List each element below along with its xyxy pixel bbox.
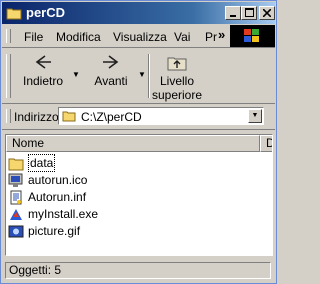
inf-file-icon	[10, 190, 22, 205]
toolbar: Indietro ▼ Avanti ▼ Livello superiore	[2, 48, 275, 104]
address-bar: Indirizzo C:\Z\perCD ▼	[2, 104, 275, 130]
address-input[interactable]: C:\Z\perCD ▼	[58, 107, 264, 125]
menu-preferiti[interactable]: Pr	[205, 30, 217, 44]
file-name: Autorun.inf	[28, 190, 87, 204]
ico-file-icon	[8, 173, 23, 187]
maximize-button[interactable]	[241, 6, 257, 20]
toolbar-separator	[148, 54, 150, 98]
address-dropdown-button[interactable]: ▼	[248, 109, 262, 123]
menu-chevron[interactable]: »	[218, 27, 225, 42]
folder-icon	[62, 111, 76, 122]
menu-grip[interactable]	[6, 29, 11, 43]
menu-visualizza[interactable]: Visualizza	[113, 30, 167, 44]
address-value: C:\Z\perCD	[81, 110, 142, 124]
back-arrow-icon	[35, 55, 51, 69]
column-header-d[interactable]: D	[260, 135, 272, 152]
forward-arrow-icon	[103, 55, 119, 69]
window-title: perCD	[26, 5, 66, 20]
up-level-button[interactable]: Livello superiore	[152, 52, 202, 102]
forward-button[interactable]: Avanti	[88, 52, 134, 88]
back-dropdown-icon[interactable]: ▼	[72, 70, 80, 79]
toolbar-grip[interactable]	[6, 54, 11, 98]
close-button[interactable]	[259, 6, 275, 20]
file-name: data	[28, 154, 56, 172]
menu-modifica[interactable]: Modifica	[56, 30, 101, 44]
column-header-nome[interactable]: Nome	[6, 135, 260, 152]
minimize-icon	[230, 15, 236, 17]
title-bar[interactable]: perCD	[2, 2, 275, 24]
folder-icon	[8, 158, 24, 171]
back-label: Indietro	[22, 74, 64, 88]
address-label: Indirizzo	[14, 110, 59, 124]
windows-logo	[230, 25, 275, 47]
exe-file-icon	[10, 209, 22, 220]
folder-icon	[6, 8, 22, 20]
close-icon	[262, 8, 272, 18]
menu-vai[interactable]: Vai	[174, 30, 190, 44]
file-name: autorun.ico	[28, 173, 88, 187]
up-label-line1: Livello	[159, 74, 195, 88]
back-button[interactable]: Indietro	[18, 52, 68, 88]
forward-label: Avanti	[94, 74, 128, 88]
file-list[interactable]: Nome D data autorun.ico Autorun.inf	[5, 134, 273, 256]
status-text: Oggetti: 5	[5, 262, 271, 279]
up-label-line2: superiore	[152, 88, 203, 102]
menu-bar: File Modifica Visualizza Vai Pr »	[2, 25, 275, 48]
minimize-button[interactable]	[225, 6, 241, 20]
status-bar: Oggetti: 5	[2, 260, 275, 282]
gif-file-icon	[8, 225, 24, 238]
file-name: picture.gif	[28, 224, 81, 238]
windows-flag-icon	[244, 29, 259, 42]
folder-up-icon	[167, 57, 187, 71]
explorer-window: perCD File Modifica Visualizza Vai Pr »	[0, 0, 277, 284]
file-name: myInstall.exe	[28, 207, 99, 221]
menu-file[interactable]: File	[24, 30, 43, 44]
chevron-down-icon: ▼	[251, 112, 259, 119]
maximize-icon	[244, 8, 254, 17]
address-grip[interactable]	[6, 109, 11, 123]
forward-dropdown-icon[interactable]: ▼	[138, 70, 146, 79]
